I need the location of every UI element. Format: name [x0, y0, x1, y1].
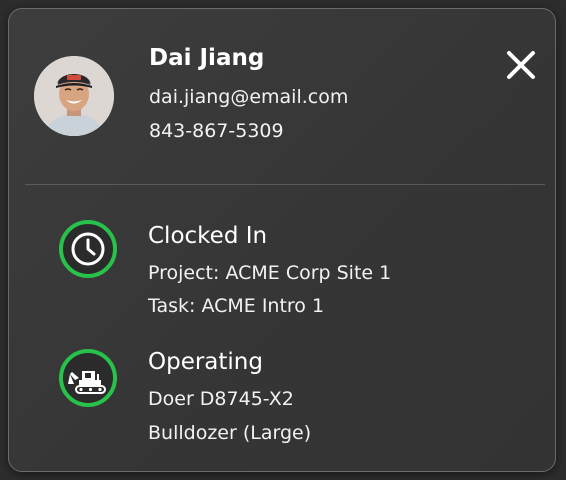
operating-equipment-type: Bulldozer (Large): [148, 422, 312, 444]
user-email: dai.jiang@email.com: [149, 86, 349, 108]
close-icon: [507, 51, 535, 79]
close-button[interactable]: [503, 47, 539, 83]
bulldozer-icon: [68, 371, 106, 394]
user-profile-card: Dai Jiang dai.jiang@email.com 843-867-53…: [8, 8, 556, 472]
clocked-in-title: Clocked In: [148, 223, 268, 249]
clocked-in-task: Task: ACME Intro 1: [148, 295, 325, 317]
operating-title: Operating: [148, 349, 263, 375]
clocked-in-status-icon: [59, 220, 117, 278]
clock-icon: [71, 232, 105, 266]
section-divider: [25, 184, 545, 185]
user-phone: 843-867-5309: [149, 120, 284, 142]
operating-equipment: Doer D8745-X2: [148, 388, 294, 410]
avatar: [34, 56, 114, 136]
user-name: Dai Jiang: [149, 45, 265, 71]
avatar-photo: [34, 56, 114, 136]
operating-status-icon: [59, 349, 117, 407]
clocked-in-project: Project: ACME Corp Site 1: [148, 262, 392, 284]
